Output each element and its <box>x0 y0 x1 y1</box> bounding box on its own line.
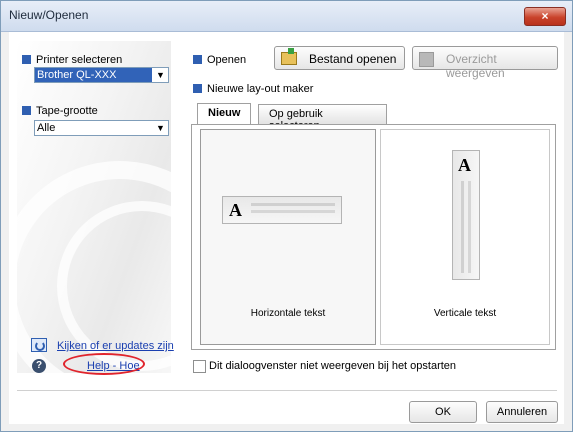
section-marker-icon <box>22 106 31 115</box>
dialog-window: Nieuw/Openen × Printer selecteren Brothe… <box>0 0 573 432</box>
layout-card-vertical[interactable]: A Verticale tekst <box>380 129 550 345</box>
overview-button[interactable]: Overzicht weergeven <box>412 46 558 80</box>
printer-select[interactable]: Brother QL-XXX ▼ <box>34 67 169 83</box>
vertical-preview-icon: A <box>452 150 480 280</box>
section-marker-icon <box>22 55 31 64</box>
printer-select-value: Brother QL-XXX <box>37 69 117 81</box>
update-icon[interactable] <box>31 338 47 352</box>
tape-size-select[interactable]: Alle ▼ <box>34 120 169 136</box>
title-bar[interactable]: Nieuw/Openen × <box>1 1 572 32</box>
close-button[interactable]: × <box>524 7 566 26</box>
ok-button-label: OK <box>435 406 451 418</box>
footer-divider <box>17 390 557 391</box>
tab-bar: Nieuw Op gebruik selecteren <box>191 103 557 132</box>
printer-label: Printer selecteren <box>22 54 122 66</box>
open-file-button[interactable]: Bestand openen <box>274 46 405 70</box>
combo-arrow-icon[interactable]: ▼ <box>152 121 168 135</box>
open-label: Openen <box>193 54 246 66</box>
horizontal-preview-icon: A <box>222 196 342 224</box>
help-icon[interactable]: ? <box>32 359 46 373</box>
left-panel <box>17 41 171 373</box>
section-marker-icon <box>193 55 202 64</box>
highlight-circle <box>63 353 145 375</box>
new-layout-label: Nieuwe lay-out maker <box>193 83 313 95</box>
combo-arrow-icon[interactable]: ▼ <box>152 68 168 82</box>
ok-button[interactable]: OK <box>409 401 477 423</box>
tab-panel: A Horizontale tekst A Verticale tekst <box>191 124 556 350</box>
window-title: Nieuw/Openen <box>9 8 89 22</box>
tape-size-label: Tape-grootte <box>22 105 98 117</box>
cancel-button[interactable]: Annuleren <box>486 401 558 423</box>
layout-card-horizontal[interactable]: A Horizontale tekst <box>200 129 376 345</box>
close-icon: × <box>541 9 549 23</box>
cancel-button-label: Annuleren <box>496 406 548 418</box>
check-updates-link[interactable]: Kijken of er updates zijn <box>57 340 174 352</box>
overview-button-label: Overzicht weergeven <box>446 52 505 80</box>
vertical-caption: Verticale tekst <box>433 308 497 319</box>
open-file-button-label: Bestand openen <box>309 52 397 66</box>
dont-show-label: Dit dialoogvenster niet weergeven bij he… <box>209 360 457 372</box>
folder-open-icon <box>281 48 297 65</box>
dont-show-checkbox[interactable] <box>193 360 206 373</box>
horizontal-caption: Horizontale tekst <box>250 308 326 319</box>
tab-op-gebruik-selecteren[interactable]: Op gebruik selecteren <box>258 104 387 132</box>
overview-icon <box>419 52 434 67</box>
tape-size-select-value: Alle <box>37 122 56 134</box>
tab-nieuw[interactable]: Nieuw <box>197 103 252 125</box>
section-marker-icon <box>193 84 202 93</box>
